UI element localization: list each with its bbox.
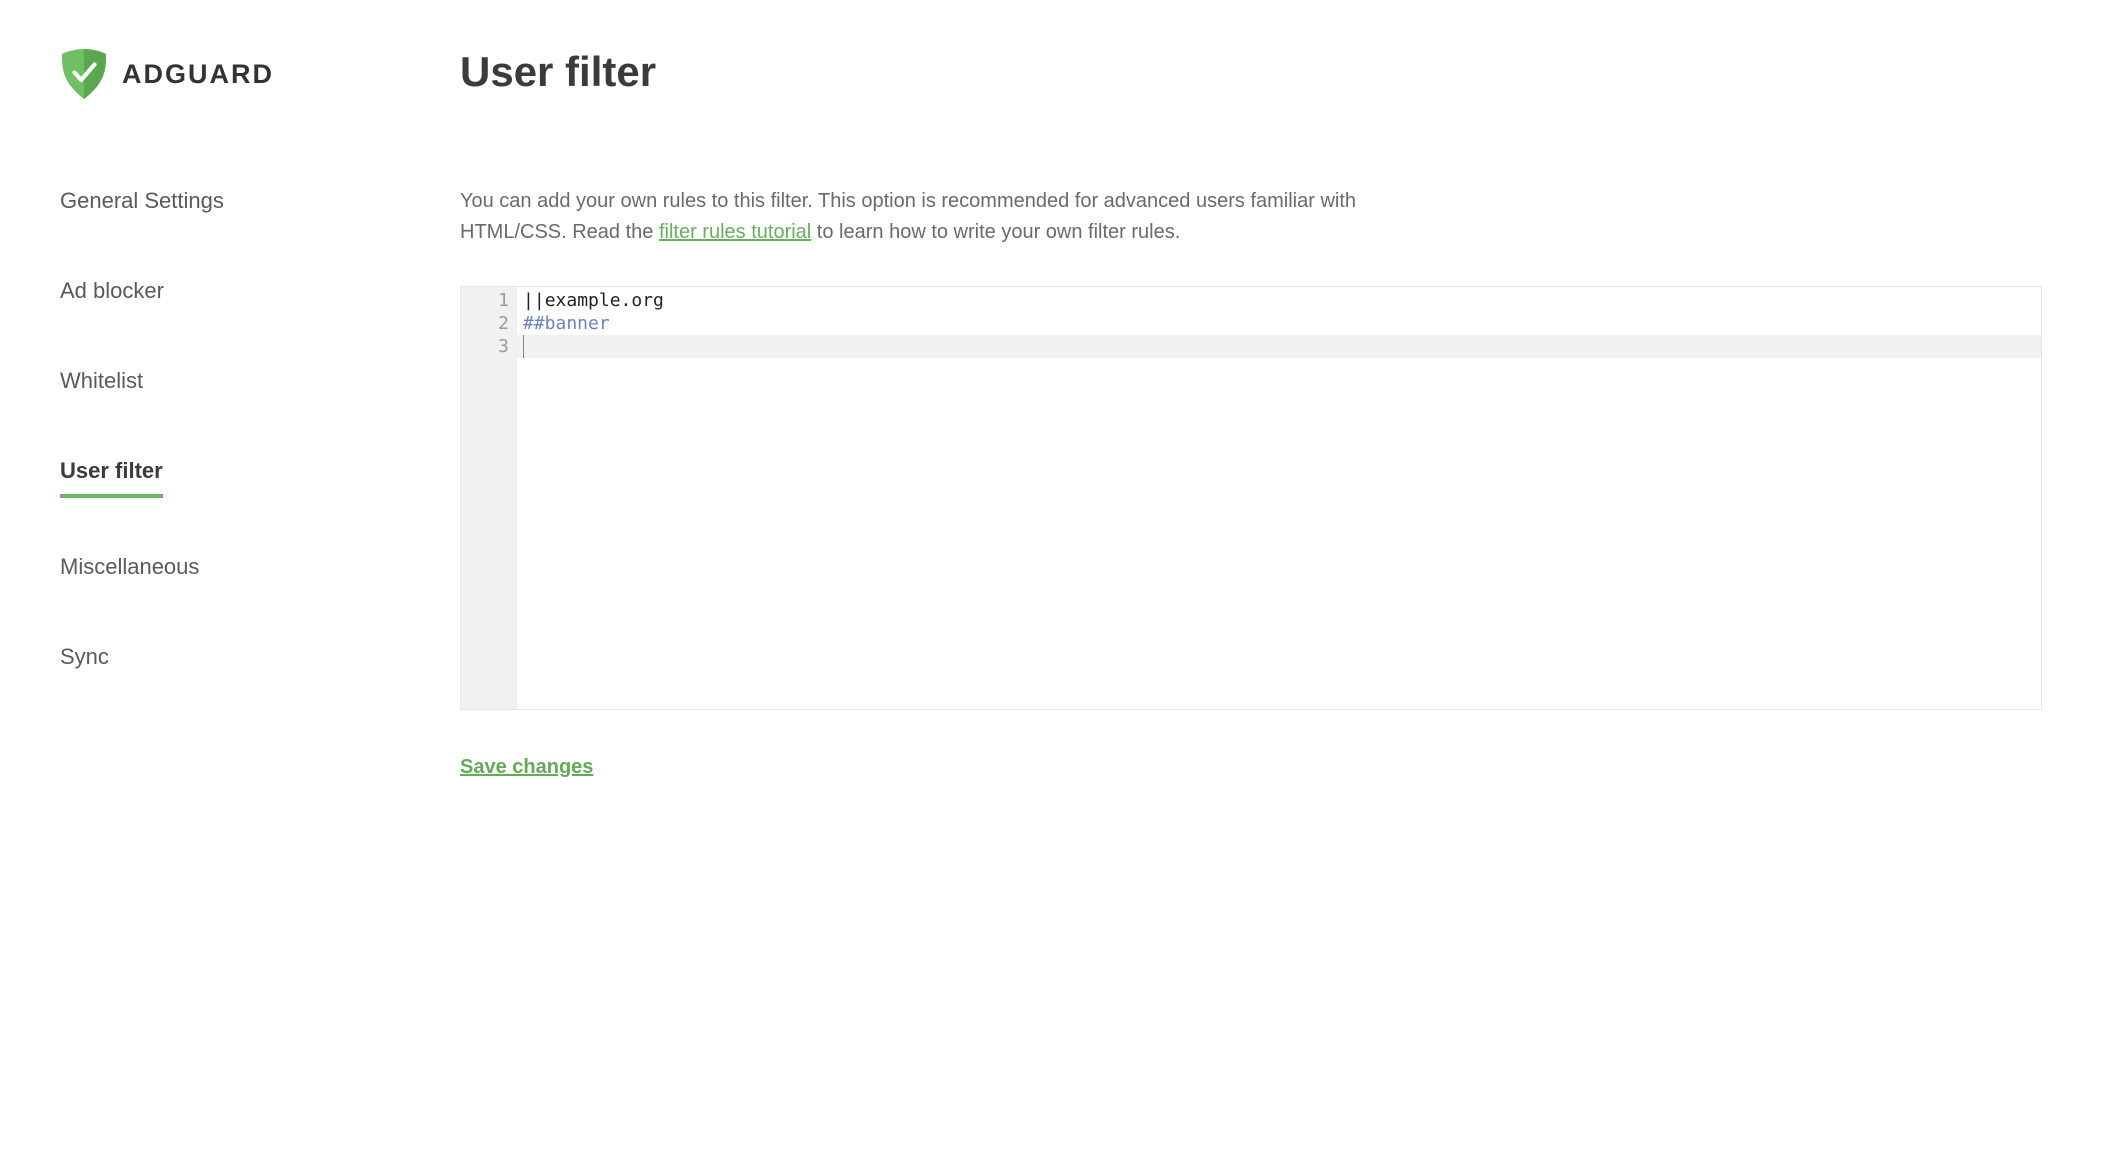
text-cursor [523,335,524,358]
filter-rules-tutorial-link[interactable]: filter rules tutorial [659,221,811,243]
logo: ADGUARD [60,48,430,100]
line-number: 1 [461,289,509,312]
code-line-2: ##banner [523,312,2035,335]
page-description: You can add your own rules to this filte… [460,186,1410,248]
line-number: 3 [461,335,509,358]
filter-rules-editor[interactable]: 1 2 3 ||example.org ##banner [460,286,2042,710]
description-text-after: to learn how to write your own filter ru… [811,221,1180,243]
sidebar-item-miscellaneous[interactable]: Miscellaneous [60,546,199,588]
sidebar-nav: General Settings Ad blocker Whitelist Us… [60,180,430,726]
logo-text: ADGUARD [122,59,274,90]
rule-operator: || [523,290,545,311]
sidebar-item-whitelist[interactable]: Whitelist [60,360,143,402]
code-line-3 [517,335,2041,358]
sidebar-item-user-filter[interactable]: User filter [60,450,163,498]
page-title: User filter [460,48,2042,96]
sidebar-item-ad-blocker[interactable]: Ad blocker [60,270,164,312]
rule-domain: example.org [545,290,664,311]
sidebar-item-general-settings[interactable]: General Settings [60,180,224,222]
shield-check-icon [60,48,108,100]
rule-css-selector: ##banner [523,313,610,334]
sidebar-item-sync[interactable]: Sync [60,636,109,678]
save-changes-button[interactable]: Save changes [460,756,593,779]
code-line-1: ||example.org [523,289,2035,312]
line-number: 2 [461,312,509,335]
editor-content[interactable]: ||example.org ##banner [517,287,2041,709]
editor-gutter: 1 2 3 [461,287,517,709]
